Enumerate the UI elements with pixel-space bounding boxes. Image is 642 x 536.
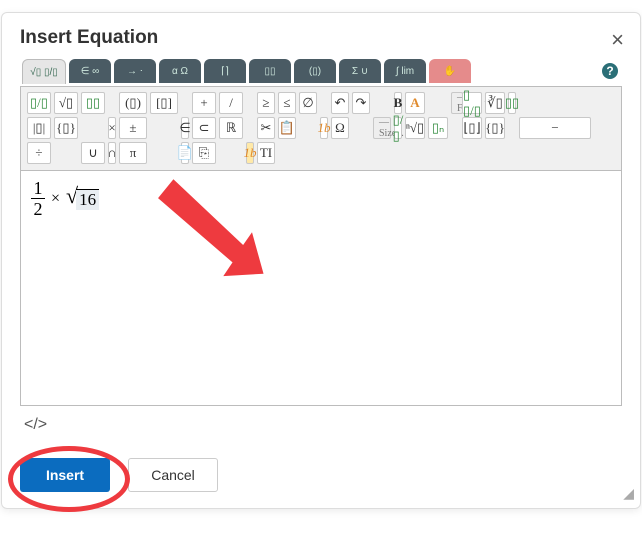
btn-nthroot[interactable]: ⁿ√▯ xyxy=(405,117,425,139)
btn-text[interactable]: TI xyxy=(257,142,275,164)
btn-mixed-fraction[interactable]: ▯ ▯/▯ xyxy=(462,92,482,114)
btn-set[interactable]: {▯} xyxy=(485,117,505,139)
undo-icon: ↶ xyxy=(335,95,346,111)
btn-intersect[interactable]: ∩ xyxy=(108,142,116,164)
multiply-operator: × xyxy=(51,190,60,208)
tab-calculus[interactable]: ∫ lim xyxy=(384,59,426,83)
btn-emptyset[interactable]: ∅ xyxy=(299,92,317,114)
btn-undo[interactable]: ↶ xyxy=(331,92,349,114)
code-view-toggle[interactable]: </> xyxy=(24,416,47,433)
tab-scripts[interactable]: ▯▯ xyxy=(249,59,291,83)
btn-lte[interactable]: ≤ xyxy=(278,92,296,114)
tab-fractions-roots[interactable]: √▯ ▯/▯ xyxy=(22,59,66,84)
help-icon[interactable]: ? xyxy=(602,63,618,79)
btn-slash[interactable]: / xyxy=(219,92,243,114)
btn-bold[interactable]: B xyxy=(394,92,402,114)
editor-footer: </> xyxy=(20,416,622,434)
btn-plus[interactable]: + xyxy=(192,92,216,114)
size-dropdown[interactable]: — Size... xyxy=(373,117,391,139)
btn-brackets[interactable]: [▯] xyxy=(150,92,178,114)
btn-floor[interactable]: ⌊▯⌋ xyxy=(462,117,482,139)
tab-set-symbols[interactable]: ∈ ∞ xyxy=(69,59,111,83)
resize-handle-icon[interactable]: ◢ xyxy=(623,485,634,502)
paste-icon: 📋 xyxy=(279,120,295,136)
btn-dup[interactable]: ⎘ xyxy=(192,142,216,164)
denominator: 2 xyxy=(34,200,43,218)
btn-superscript[interactable]: ▯▯ xyxy=(81,92,105,114)
square-root: √ 16 xyxy=(66,187,99,210)
btn-divide[interactable]: ÷ xyxy=(27,142,51,164)
btn-abs[interactable]: |▯| xyxy=(27,117,51,139)
tab-operators[interactable]: Σ ∪ xyxy=(339,59,381,83)
dup-icon: ⎘ xyxy=(199,145,209,161)
btn-gte[interactable]: ≥ xyxy=(257,92,275,114)
btn-braces[interactable]: {▯} xyxy=(54,117,78,139)
cut-icon: ✂ xyxy=(261,120,272,136)
btn-fraction[interactable]: ▯/▯ xyxy=(27,92,51,114)
btn-parens[interactable]: (▯) xyxy=(119,92,147,114)
radicand: 16 xyxy=(76,189,99,210)
redo-icon: ↷ xyxy=(356,95,367,111)
tab-arrows[interactable]: → ⋅ xyxy=(114,59,156,83)
btn-sub[interactable]: ▯ₙ xyxy=(428,117,448,139)
dialog-actions: Insert Cancel xyxy=(20,458,622,492)
insert-equation-dialog: Insert Equation × ? √▯ ▯/▯ ∈ ∞ → ⋅ α Ω ⌈… xyxy=(1,12,641,509)
btn-subscript[interactable]: ▯▯ xyxy=(508,92,516,114)
fraction: 1 2 xyxy=(31,179,45,218)
copy-icon: 📄 xyxy=(177,145,193,161)
equation-category-tabs: √▯ ▯/▯ ∈ ∞ → ⋅ α Ω ⌈⌉ ▯▯ (▯) Σ ∪ ∫ lim ✋ xyxy=(20,59,622,84)
equation-content: 1 2 × √ 16 xyxy=(31,179,611,218)
tab-delimiters[interactable]: (▯) xyxy=(294,59,336,83)
close-icon[interactable]: × xyxy=(611,27,624,53)
equation-editor-area[interactable]: 1 2 × √ 16 xyxy=(20,171,622,406)
numerator: 1 xyxy=(34,179,43,197)
btn-pi[interactable]: π xyxy=(119,142,147,164)
btn-plusminus[interactable]: ± xyxy=(119,117,147,139)
btn-paste[interactable]: 📋 xyxy=(278,117,296,139)
btn-times[interactable]: × xyxy=(108,117,116,139)
btn-sqrt[interactable]: √▯ xyxy=(54,92,78,114)
btn-redo[interactable]: ↷ xyxy=(352,92,370,114)
tab-hand[interactable]: ✋ xyxy=(429,59,471,83)
btn-cut[interactable]: ✂ xyxy=(257,117,275,139)
btn-elementof[interactable]: ∈ xyxy=(181,117,189,139)
btn-color[interactable]: A xyxy=(405,92,425,114)
btn-bevel-fraction[interactable]: ▯/▯ xyxy=(394,117,402,139)
insert-button[interactable]: Insert xyxy=(20,458,110,492)
btn-copy[interactable]: 📄 xyxy=(181,142,189,164)
cancel-button[interactable]: Cancel xyxy=(128,458,218,492)
btn-subset[interactable]: ⊂ xyxy=(192,117,216,139)
tab-matrices[interactable]: ⌈⌉ xyxy=(204,59,246,83)
btn-omega[interactable]: Ω xyxy=(331,117,349,139)
tab-greek[interactable]: α Ω xyxy=(159,59,201,83)
btn-highlight[interactable]: 1b xyxy=(246,142,254,164)
btn-cbrt[interactable]: ∛▯ xyxy=(485,92,505,114)
btn-reals[interactable]: ℝ xyxy=(219,117,243,139)
dialog-title: Insert Equation xyxy=(20,27,622,49)
btn-minus[interactable]: − xyxy=(519,117,591,139)
btn-italic[interactable]: 1b xyxy=(320,117,328,139)
btn-union[interactable]: ∪ xyxy=(81,142,105,164)
symbol-palette: ▯/▯ √▯ ▯▯ (▯) [▯] + / ≥ ≤ ∅ ↶ ↷ B A — Fo… xyxy=(20,86,622,171)
